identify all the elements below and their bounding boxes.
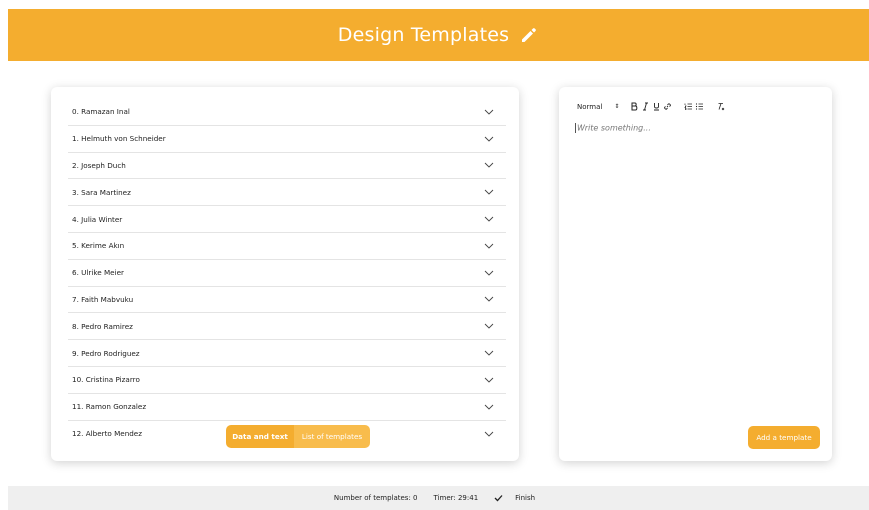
chevron-down-icon — [484, 350, 494, 356]
text-editor[interactable]: Write something... — [575, 123, 815, 413]
list-item[interactable]: 4. Julia Winter — [68, 206, 506, 233]
list-item-label: 10. Cristina Pizarro — [72, 375, 140, 385]
list-item-label: 11. Ramon Gonzalez — [72, 402, 147, 412]
format-select[interactable]: Normal ⇕ — [577, 103, 619, 111]
list-item-label: 4. Julia Winter — [72, 214, 123, 224]
clear-format-icon[interactable] — [715, 101, 726, 112]
list-item-label: 6. Ulrike Meier — [72, 268, 124, 278]
list-item-label: 7. Faith Mabvuku — [72, 294, 134, 304]
finish-button[interactable]: Finish — [494, 494, 543, 502]
list-item-label: 2. Joseph Duch — [72, 160, 126, 170]
chevron-down-icon — [484, 297, 494, 303]
list-item[interactable]: 3. Sara Martinez — [68, 179, 506, 207]
finish-label: Finish — [515, 494, 536, 502]
editor-toolbar: Normal ⇕ — [577, 101, 726, 112]
list-item-label: 9. Pedro Rodriguez — [72, 348, 140, 358]
chevron-down-icon — [484, 270, 494, 276]
chevron-down-icon — [484, 377, 494, 383]
ordered-list-icon[interactable] — [683, 101, 694, 112]
list-item[interactable]: 0. Ramazan Inal — [68, 99, 506, 126]
editor-placeholder: Write something... — [577, 123, 651, 133]
tab-list-of-templates[interactable]: List of templates — [294, 425, 370, 448]
chevron-down-icon — [484, 431, 494, 437]
add-template-button[interactable]: Add a template — [748, 426, 820, 449]
format-select-value: Normal — [577, 102, 603, 111]
list-item[interactable]: 7. Faith Mabvuku — [68, 287, 506, 314]
bullet-list-icon[interactable] — [694, 101, 705, 112]
timer: Timer: 29:41 — [433, 494, 479, 502]
list-item-label: 12. Alberto Mendez — [72, 429, 143, 439]
tab-data-and-text[interactable]: Data and text — [226, 425, 294, 448]
link-icon[interactable] — [662, 101, 673, 112]
chevron-down-icon — [484, 189, 494, 195]
check-icon — [494, 495, 503, 502]
list-item[interactable]: 8. Pedro Ramirez — [68, 313, 506, 341]
chevron-down-icon — [484, 243, 494, 249]
templates-list: 0. Ramazan Inal 1. Helmuth von Schneider… — [68, 99, 506, 447]
list-item-label: 1. Helmuth von Schneider — [72, 134, 166, 144]
select-arrows-icon: ⇕ — [614, 103, 620, 110]
text-cursor — [575, 123, 576, 133]
list-item-label: 8. Pedro Ramirez — [72, 321, 133, 331]
templates-count: Number of templates: 0 — [333, 494, 418, 502]
editor-panel: Normal ⇕ Write something... Add a templa… — [559, 87, 832, 461]
list-item-label: 3. Sara Martinez — [72, 187, 131, 197]
chevron-down-icon — [484, 136, 494, 142]
chevron-down-icon — [484, 109, 494, 115]
list-item[interactable]: 2. Joseph Duch — [68, 153, 506, 180]
header-bar: Design Templates — [8, 9, 869, 61]
italic-icon[interactable] — [640, 101, 651, 112]
pencil-icon — [522, 28, 537, 42]
bold-icon[interactable] — [629, 101, 640, 112]
chevron-down-icon — [484, 163, 494, 169]
templates-panel: 0. Ramazan Inal 1. Helmuth von Schneider… — [51, 87, 519, 461]
page-title: Design Templates — [337, 24, 510, 46]
list-item[interactable]: 10. Cristina Pizarro — [68, 367, 506, 394]
list-item-label: 0. Ramazan Inal — [72, 107, 130, 117]
list-item[interactable]: 5. Kerime Akın — [68, 233, 506, 260]
chevron-down-icon — [484, 323, 494, 329]
list-item[interactable]: 6. Ulrike Meier — [68, 260, 506, 287]
list-item[interactable]: 11. Ramon Gonzalez — [68, 394, 506, 421]
underline-icon[interactable] — [651, 101, 662, 112]
chevron-down-icon — [484, 216, 494, 222]
status-footer: Number of templates: 0 Timer: 29:41 Fini… — [8, 486, 869, 510]
list-item[interactable]: 9. Pedro Rodriguez — [68, 340, 506, 367]
list-item[interactable]: 1. Helmuth von Schneider — [68, 126, 506, 153]
chevron-down-icon — [484, 404, 494, 410]
list-item-label: 5. Kerime Akın — [72, 241, 125, 251]
view-tabs: Data and text List of templates — [226, 425, 370, 448]
